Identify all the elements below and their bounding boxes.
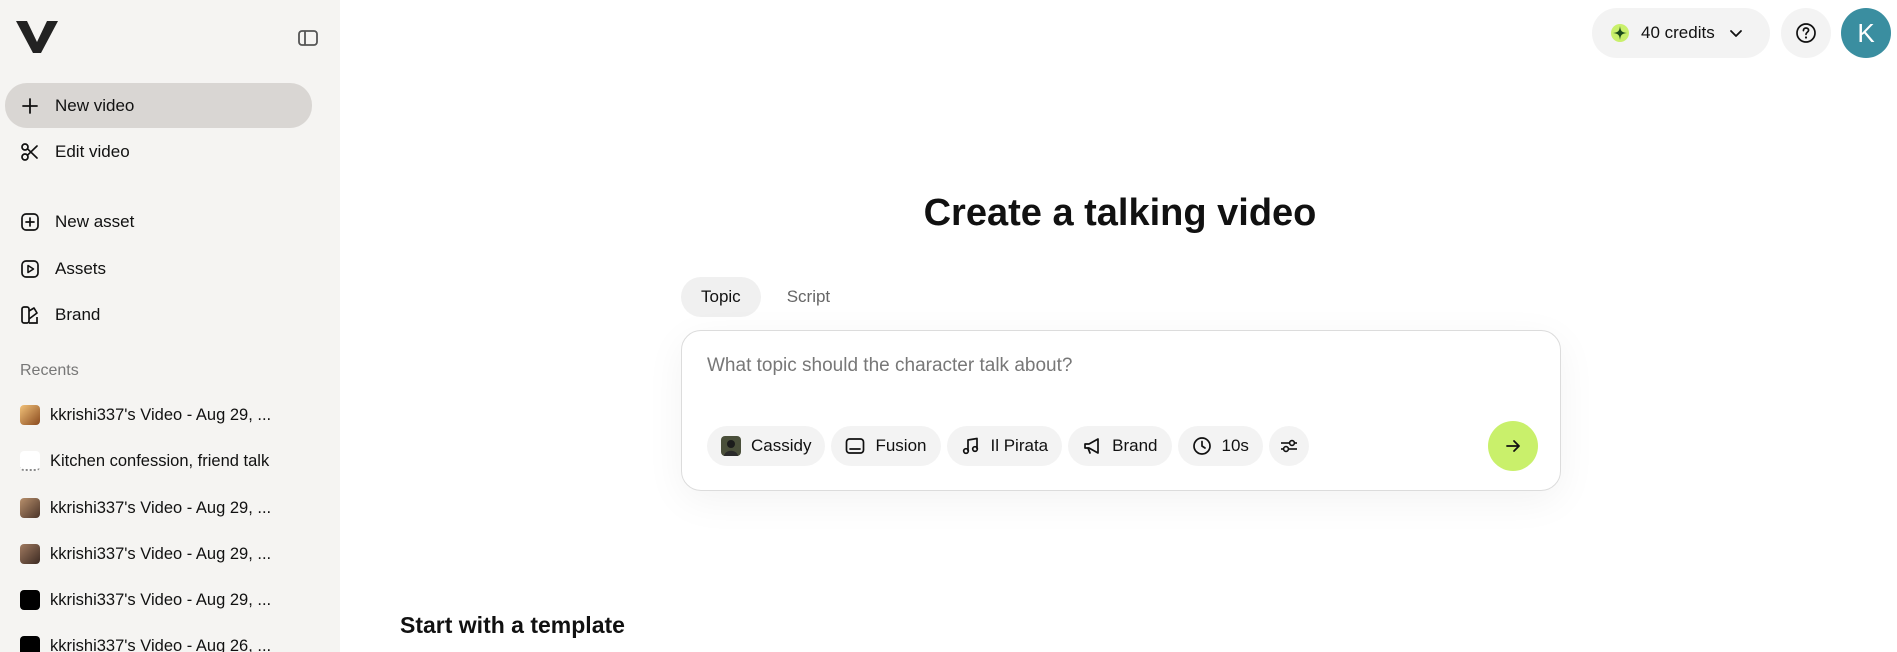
nav-label: New asset — [55, 211, 135, 231]
edit-video-button[interactable]: Edit video — [5, 129, 312, 174]
video-thumbnail — [20, 636, 40, 652]
recent-item[interactable]: Kitchen confession, friend talk — [5, 441, 312, 481]
recent-item-label: kkrishi337's Video - Aug 26, ... — [50, 636, 272, 652]
megaphone-icon — [1082, 436, 1102, 456]
recent-item-label: Kitchen confession, friend talk — [50, 451, 270, 470]
style-chip[interactable]: Fusion — [831, 426, 941, 466]
scissors-icon — [19, 141, 41, 163]
chip-label: Fusion — [875, 436, 927, 455]
music-chip[interactable]: Il Pirata — [946, 426, 1063, 466]
chip-label: 10s — [1221, 436, 1249, 455]
option-chips: Cassidy Fusion Il Pirata Brand 10s — [707, 426, 1309, 466]
recent-item[interactable]: kkrishi337's Video - Aug 26, ... — [5, 626, 312, 652]
topic-input[interactable] — [707, 351, 1507, 381]
chip-label: Il Pirata — [990, 436, 1049, 455]
chip-label: Cassidy — [751, 436, 812, 455]
recent-item[interactable]: kkrishi337's Video - Aug 29, ... — [5, 395, 312, 435]
plus-icon — [19, 95, 41, 117]
mode-tabs: Topic Script — [681, 277, 850, 317]
video-thumbnail — [20, 405, 40, 425]
recent-item-label: kkrishi337's Video - Aug 29, ... — [50, 498, 272, 517]
arrow-right-icon — [1504, 437, 1522, 455]
music-note-icon — [961, 436, 981, 456]
help-button[interactable] — [1781, 8, 1831, 58]
recent-item[interactable]: kkrishi337's Video - Aug 29, ... — [5, 534, 312, 574]
new-video-button[interactable]: New video — [5, 83, 312, 128]
recents-heading: Recents — [20, 362, 79, 379]
nav-label: Edit video — [55, 141, 130, 161]
sidebar-toggle-icon[interactable] — [294, 26, 322, 50]
page-title: Create a talking video — [923, 192, 1317, 234]
character-chip[interactable]: Cassidy — [707, 426, 826, 466]
avatar-thumb-icon — [721, 436, 741, 456]
video-thumbnail — [20, 544, 40, 564]
recent-item-label: kkrishi337's Video - Aug 29, ... — [50, 590, 272, 609]
sliders-icon — [1279, 436, 1299, 456]
nav-label: Assets — [55, 258, 107, 278]
palette-icon — [19, 304, 41, 326]
video-thumbnail — [20, 451, 40, 471]
credits-dropdown[interactable]: 40 credits — [1592, 8, 1770, 58]
user-avatar[interactable]: K — [1841, 8, 1891, 58]
recent-item[interactable]: kkrishi337's Video - Aug 29, ... — [5, 488, 312, 528]
nav-label: New video — [55, 95, 135, 115]
chevron-down-icon — [1729, 26, 1743, 40]
tab-topic[interactable]: Topic — [681, 277, 761, 317]
question-circle-icon — [1795, 22, 1817, 44]
brand-logo-icon[interactable] — [14, 18, 60, 56]
prompt-composer: Cassidy Fusion Il Pirata Brand 10s — [681, 330, 1561, 491]
credits-label: 40 credits — [1641, 23, 1715, 42]
tab-script[interactable]: Script — [767, 277, 850, 317]
plus-square-icon — [19, 211, 41, 233]
duration-chip[interactable]: 10s — [1177, 426, 1263, 466]
chip-label: Brand — [1112, 436, 1158, 455]
sidebar: New video Edit video New asset Assets Br… — [0, 0, 340, 652]
settings-chip[interactable] — [1268, 426, 1309, 466]
templates-heading: Start with a template — [400, 612, 625, 638]
video-thumbnail — [20, 498, 40, 518]
clock-icon — [1192, 436, 1212, 456]
play-square-icon — [19, 258, 41, 280]
nav-label: Brand — [55, 304, 101, 324]
brand-button[interactable]: Brand — [5, 292, 312, 337]
sparkle-icon — [1610, 23, 1630, 43]
recent-item-label: kkrishi337's Video - Aug 29, ... — [50, 544, 272, 563]
submit-button[interactable] — [1488, 421, 1538, 471]
display-icon — [845, 436, 865, 456]
video-thumbnail — [20, 590, 40, 610]
new-asset-button[interactable]: New asset — [5, 199, 312, 244]
recent-item[interactable]: kkrishi337's Video - Aug 29, ... — [5, 580, 312, 620]
assets-button[interactable]: Assets — [5, 246, 312, 291]
brand-chip[interactable]: Brand — [1068, 426, 1172, 466]
recent-item-label: kkrishi337's Video - Aug 29, ... — [50, 405, 272, 424]
